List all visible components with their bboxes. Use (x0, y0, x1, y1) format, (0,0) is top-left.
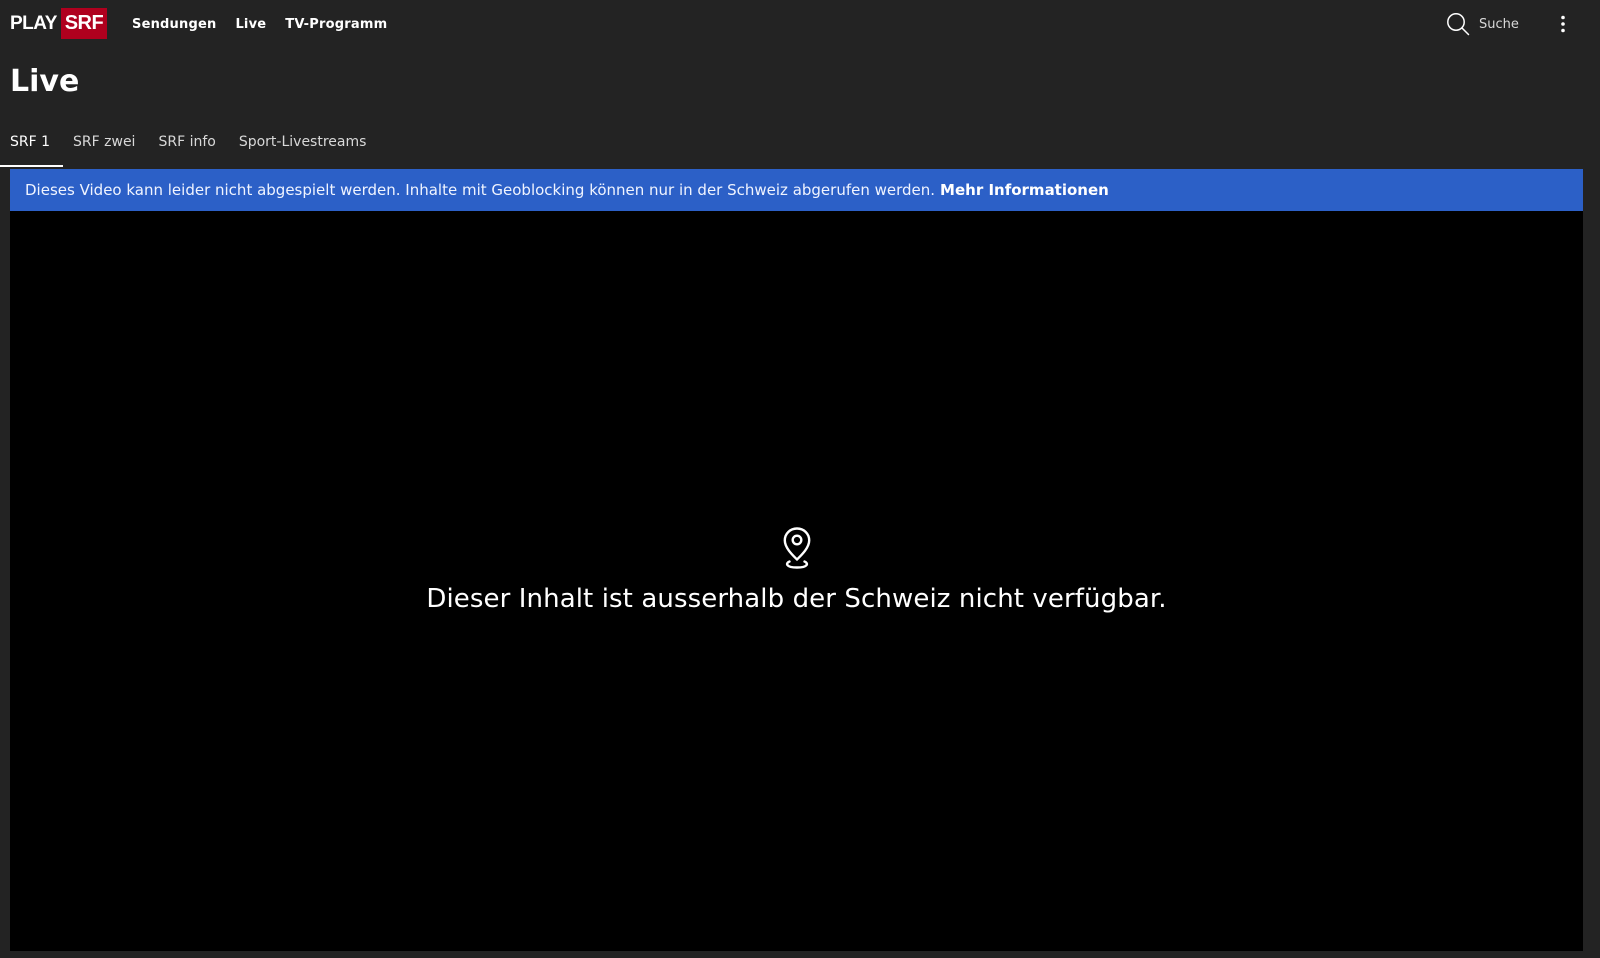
page-title: Live (10, 64, 80, 99)
tab-srf-1[interactable]: SRF 1 (0, 127, 64, 167)
geoblocking-notice: Dieses Video kann leider nicht abgespiel… (10, 169, 1583, 211)
play-srf-logo[interactable]: PLAY SRF (10, 8, 107, 39)
tab-srf-zwei[interactable]: SRF zwei (63, 127, 148, 167)
search-label: Suche (1479, 16, 1519, 32)
tab-sport-livestreams[interactable]: Sport-Livestreams (229, 127, 380, 167)
nav-item-tv-programm[interactable]: TV-Programm (285, 17, 387, 32)
nav-item-live[interactable]: Live (235, 17, 266, 32)
video-player[interactable]: Dieser Inhalt ist ausserhalb der Schweiz… (10, 211, 1583, 951)
search-button[interactable]: Suche (1446, 12, 1519, 36)
more-information-link[interactable]: Mehr Informationen (940, 181, 1109, 199)
logo-srf-badge: SRF (60, 8, 107, 39)
nav-item-sendungen[interactable]: Sendungen (132, 17, 216, 32)
main-nav: Sendungen Live TV-Programm (132, 0, 406, 48)
tab-srf-info[interactable]: SRF info (148, 127, 228, 167)
player-message: Dieser Inhalt ist ausserhalb der Schweiz… (10, 526, 1583, 614)
logo-play-text: PLAY (10, 13, 57, 34)
channel-tabs: SRF 1 SRF zwei SRF info Sport-Livestream… (0, 127, 379, 167)
notice-text: Dieses Video kann leider nicht abgespiel… (25, 181, 936, 199)
unavailable-message: Dieser Inhalt ist ausserhalb der Schweiz… (426, 584, 1167, 614)
search-icon (1447, 13, 1470, 36)
location-pin-icon (783, 527, 810, 569)
more-menu-button[interactable] (1553, 12, 1573, 36)
top-navigation-bar: PLAY SRF Sendungen Live TV-Programm Such… (0, 0, 1600, 48)
more-vertical-icon (1561, 15, 1565, 33)
